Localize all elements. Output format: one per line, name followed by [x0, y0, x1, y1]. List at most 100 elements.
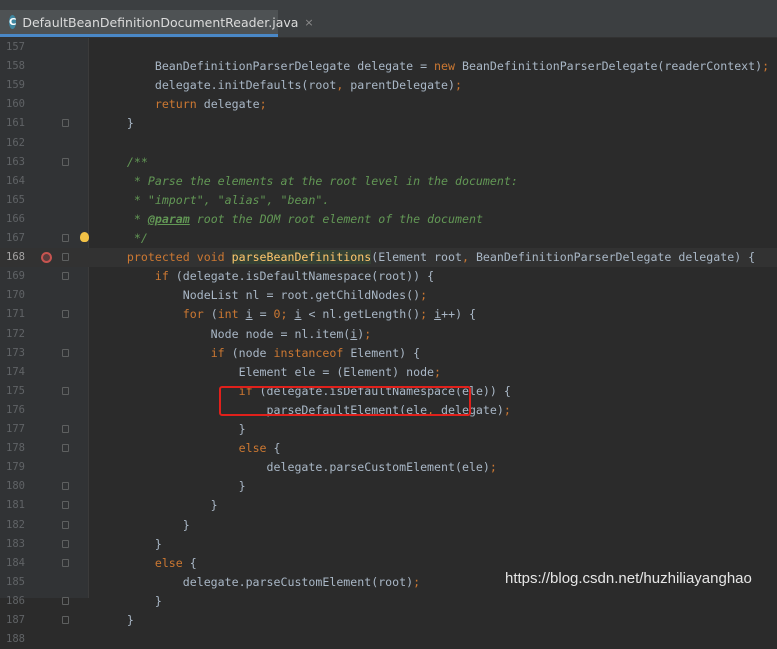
line-number[interactable]: 173 — [6, 344, 36, 363]
code-line[interactable]: 161 } — [0, 114, 777, 133]
line-number[interactable]: 174 — [6, 363, 36, 382]
fold-marker-icon[interactable] — [62, 596, 69, 605]
code-line[interactable]: 172 Node node = nl.item(i); — [0, 325, 777, 344]
line-number[interactable]: 175 — [6, 382, 36, 401]
code-text: * "import", "alias", "bean". — [99, 191, 329, 210]
fold-marker-icon[interactable] — [62, 425, 69, 433]
code-text: protected void parseBeanDefinitions(Elem… — [99, 248, 755, 267]
code-line[interactable]: 169 if (delegate.isDefaultNamespace(root… — [0, 267, 777, 286]
code-token: protected void — [126, 250, 232, 265]
code-text: for (int i = 0; i < nl.getLength(); i++)… — [99, 305, 476, 324]
code-token: Element ele = (Element) node — [99, 364, 435, 379]
line-number[interactable]: 176 — [6, 401, 36, 420]
fold-marker-icon[interactable] — [62, 444, 69, 453]
line-number[interactable]: 182 — [6, 516, 36, 535]
fold-marker-icon[interactable] — [62, 119, 69, 128]
code-token: delegate.parseCustomElement(ele) — [99, 460, 490, 475]
line-number[interactable]: 180 — [6, 477, 36, 496]
code-text: } — [99, 516, 190, 535]
fold-marker-icon[interactable] — [62, 234, 69, 242]
line-number[interactable]: 186 — [6, 592, 36, 611]
line-number[interactable]: 160 — [6, 95, 36, 114]
code-line[interactable]: 183 } — [0, 535, 777, 554]
code-token: ; — [420, 307, 435, 322]
fold-marker-icon[interactable] — [62, 501, 69, 510]
code-line[interactable]: 173 if (node instanceof Element) { — [0, 344, 777, 363]
code-line[interactable]: 160 return delegate; — [0, 95, 777, 114]
code-token: ; — [259, 97, 267, 112]
fold-marker-icon[interactable] — [62, 520, 69, 529]
line-number[interactable]: 164 — [6, 172, 36, 191]
code-line[interactable]: 187 } — [0, 611, 777, 630]
line-number[interactable]: 178 — [6, 439, 36, 458]
fold-marker-icon[interactable] — [62, 386, 69, 395]
line-number[interactable]: 165 — [6, 191, 36, 210]
line-number[interactable]: 171 — [6, 305, 36, 324]
code-line[interactable]: 166 * @param root the DOM root element o… — [0, 210, 777, 229]
line-number[interactable]: 172 — [6, 325, 36, 344]
code-line[interactable]: 188 — [0, 630, 777, 649]
line-number[interactable]: 187 — [6, 611, 36, 630]
code-text: } — [99, 611, 134, 630]
code-line[interactable]: 179 delegate.parseCustomElement(ele); — [0, 458, 777, 477]
code-line[interactable]: 174 Element ele = (Element) node; — [0, 363, 777, 382]
code-line[interactable]: 164 * Parse the elements at the root lev… — [0, 172, 777, 191]
line-number[interactable]: 184 — [6, 554, 36, 573]
code-line[interactable]: 167 */ — [0, 229, 777, 248]
code-line[interactable]: 182 } — [0, 516, 777, 535]
code-editor[interactable]: 157 158 BeanDefinitionParserDelegate dele… — [0, 38, 777, 645]
code-line[interactable]: 178 else { — [0, 439, 777, 458]
code-line[interactable]: 168 protected void parseBeanDefinitions(… — [0, 248, 777, 268]
line-number[interactable]: 163 — [6, 153, 36, 172]
code-token: instanceof — [273, 345, 344, 360]
fold-marker-icon[interactable] — [62, 539, 69, 548]
code-line[interactable]: 157 — [0, 38, 777, 57]
fold-marker-icon[interactable] — [62, 482, 69, 491]
code-line[interactable]: 165 * "import", "alias", "bean". — [0, 191, 777, 210]
code-line[interactable]: 162 — [0, 134, 777, 153]
line-number[interactable]: 169 — [6, 267, 36, 286]
tab-default-bean-definition-document-reader[interactable]: C DefaultBeanDefinitionDocumentReader.ja… — [0, 10, 314, 37]
line-number[interactable]: 185 — [6, 573, 36, 592]
line-number[interactable]: 161 — [6, 114, 36, 133]
code-line[interactable]: 163 /** — [0, 153, 777, 172]
code-line[interactable]: 158 BeanDefinitionParserDelegate delegat… — [0, 57, 777, 76]
line-number[interactable]: 170 — [6, 286, 36, 305]
code-line[interactable]: 159 delegate.initDefaults(root, parentDe… — [0, 76, 777, 95]
line-number[interactable]: 179 — [6, 458, 36, 477]
line-number[interactable]: 159 — [6, 76, 36, 95]
line-number[interactable]: 167 — [6, 229, 36, 248]
code-line[interactable]: 180 } — [0, 477, 777, 496]
line-number[interactable]: 181 — [6, 496, 36, 515]
code-token: } — [99, 422, 246, 436]
line-number[interactable]: 162 — [6, 134, 36, 153]
line-number[interactable]: 158 — [6, 57, 36, 76]
breakpoint-icon[interactable] — [41, 252, 52, 264]
line-number[interactable]: 188 — [6, 630, 36, 649]
highlight-annotation-box — [219, 386, 471, 416]
fold-marker-icon[interactable] — [62, 157, 69, 166]
code-token: (node — [224, 345, 274, 360]
code-line[interactable]: 186 } — [0, 592, 777, 611]
code-line[interactable]: 181 } — [0, 496, 777, 515]
fold-marker-icon[interactable] — [62, 272, 69, 281]
line-number[interactable]: 177 — [6, 420, 36, 439]
code-text: if (delegate.isDefaultNamespace(root)) { — [99, 267, 434, 286]
fold-marker-icon[interactable] — [62, 348, 69, 357]
line-number[interactable]: 168 — [6, 248, 36, 267]
close-icon[interactable]: × — [304, 16, 313, 29]
fold-marker-icon[interactable] — [62, 558, 69, 567]
lightbulb-icon[interactable] — [80, 232, 89, 242]
code-line[interactable]: 171 for (int i = 0; i < nl.getLength(); … — [0, 305, 777, 324]
line-number[interactable]: 166 — [6, 210, 36, 229]
fold-marker-icon[interactable] — [62, 616, 69, 624]
fold-marker-icon[interactable] — [62, 310, 69, 319]
code-line[interactable]: 170 NodeList nl = root.getChildNodes(); — [0, 286, 777, 305]
line-number[interactable]: 157 — [6, 38, 36, 57]
code-token: ++) { — [441, 307, 477, 322]
code-line[interactable]: 177 } — [0, 420, 777, 439]
line-number[interactable]: 183 — [6, 535, 36, 554]
code-token: * — [126, 211, 148, 226]
fold-marker-icon[interactable] — [62, 253, 69, 262]
